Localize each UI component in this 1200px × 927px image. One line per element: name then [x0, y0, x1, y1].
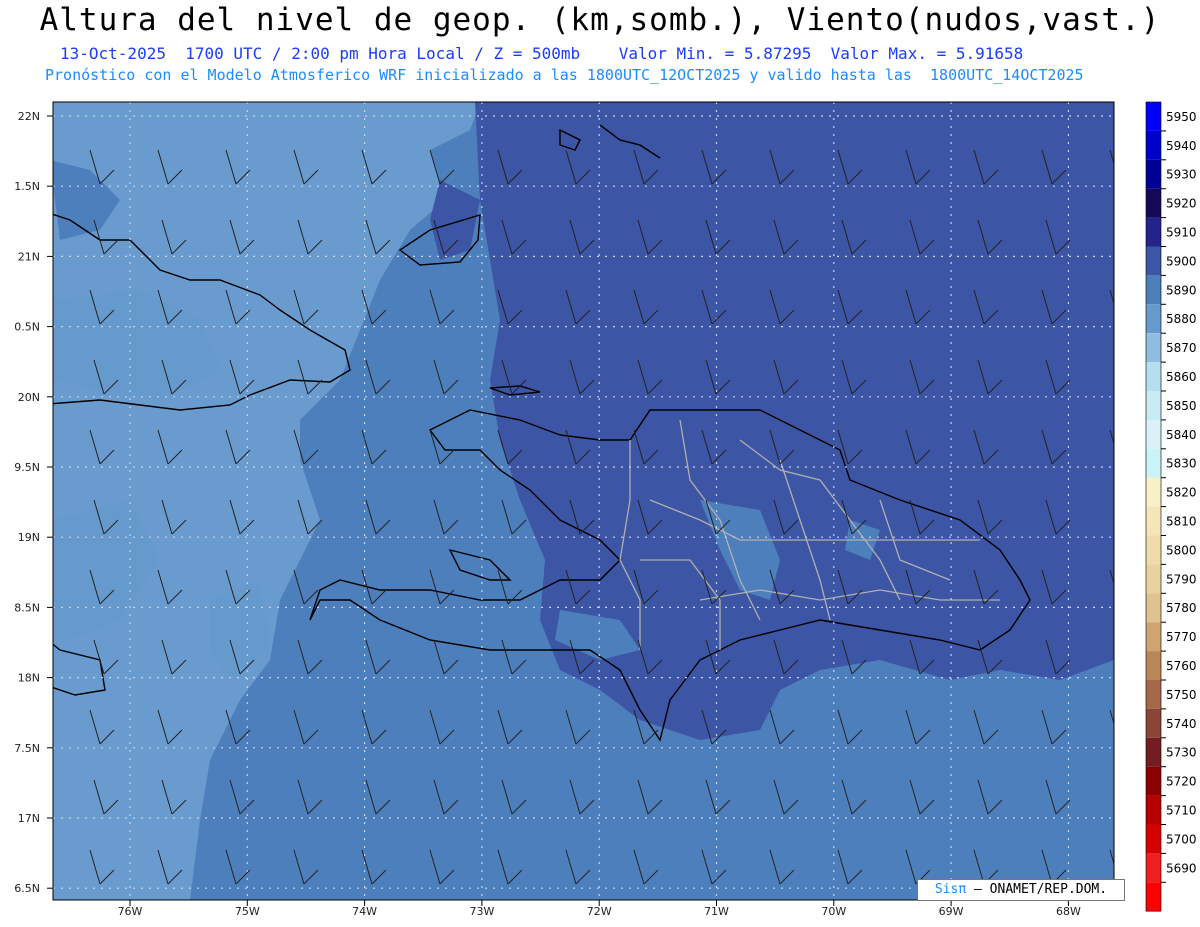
wind-barb: [1113, 500, 1114, 502]
colorbar-label: 5790: [1166, 572, 1197, 586]
colorbar-swatch: [1146, 477, 1161, 507]
colorbar-swatch: [1146, 651, 1161, 680]
colorbar-label: 5860: [1166, 370, 1197, 384]
colorbar-label: 5900: [1166, 254, 1197, 268]
colorbar-swatch: [1146, 362, 1161, 391]
colorbar-label: 5910: [1166, 226, 1197, 240]
colorbar-swatch: [1146, 506, 1161, 536]
colorbar-label: 5880: [1166, 312, 1197, 326]
lon-label: 76W: [118, 905, 143, 918]
colorbar-swatch: [1146, 391, 1161, 420]
wind-barb: [1113, 220, 1114, 222]
colorbar-label: 5690: [1166, 861, 1197, 875]
lon-label: 69W: [939, 905, 964, 918]
colorbar-label: 5940: [1166, 139, 1197, 153]
colorbar-swatch: [1146, 333, 1161, 363]
lon-label: 73W: [469, 905, 494, 918]
colorbar-swatch: [1146, 419, 1161, 449]
colorbar-swatch: [1146, 535, 1161, 565]
colorbar-label: 5760: [1166, 659, 1197, 673]
colorbar-swatch: [1146, 853, 1161, 883]
lat-label: 1.5N: [14, 180, 40, 193]
lat-label: 20N: [18, 391, 40, 404]
lat-label: 0.5N: [14, 321, 40, 334]
lon-label: 72W: [587, 905, 612, 918]
colorbar-swatch: [1146, 824, 1161, 854]
longitude-labels: 76W 75W 74W 73W 72W 71W 70W 69W 68W: [118, 900, 1081, 918]
colorbar-label: 5710: [1166, 804, 1197, 818]
lon-label: 71W: [704, 905, 729, 918]
lon-label: 68W: [1056, 905, 1081, 918]
colorbar-swatch: [1146, 766, 1161, 796]
colorbar-swatch: [1146, 795, 1161, 825]
colorbar-label: 5890: [1166, 283, 1197, 297]
lat-label: 6.5N: [14, 882, 40, 895]
wind-barb: [1113, 360, 1114, 362]
colorbar-swatch: [1146, 737, 1161, 767]
colorbar-label: 5730: [1166, 746, 1197, 760]
wind-barb: [1113, 780, 1114, 782]
colorbar-label: 5870: [1166, 341, 1197, 355]
lon-label: 70W: [821, 905, 846, 918]
colorbar-label: 5750: [1166, 688, 1197, 702]
credit-box: Sisπ – ONAMET/REP.DOM.: [917, 879, 1125, 901]
colorbar-swatch: [1146, 246, 1161, 276]
lat-label: 9.5N: [14, 461, 40, 474]
colorbar-swatch: [1146, 708, 1161, 738]
lat-label: 22N: [18, 110, 40, 123]
colorbar-label: 5700: [1166, 832, 1197, 846]
lat-label: 21N: [18, 250, 40, 263]
lat-label: 17N: [18, 812, 40, 825]
lon-label: 74W: [352, 905, 377, 918]
colorbar-label: 5740: [1166, 717, 1197, 731]
colorbar-label: 5800: [1166, 543, 1197, 557]
colorbar-swatch: [1146, 130, 1161, 160]
latitude-labels: 22N 1.5N 21N 0.5N 20N 9.5N 19N 8.5N 18N 7.5N 17N 6.…: [14, 110, 53, 895]
colorbar-swatch: [1146, 102, 1161, 131]
colorbar-label: 5840: [1166, 428, 1197, 442]
lat-label: 18N: [18, 672, 40, 685]
geopotential-map: 22N 1.5N 21N 0.5N 20N 9.5N 19N 8.5N 18N 7.5N 17N 6.…: [14, 101, 1197, 918]
colorbar-swatch: [1146, 275, 1161, 305]
colorbar-label: 5930: [1166, 168, 1197, 182]
colorbar-swatch: [1146, 188, 1161, 218]
colorbar-label: 5770: [1166, 630, 1197, 644]
colorbar-swatch: [1146, 882, 1161, 912]
lat-label: 7.5N: [14, 742, 40, 755]
colorbar-swatch: [1146, 564, 1161, 594]
colorbar-label: 5820: [1166, 486, 1197, 500]
colorbar: 5950 5940 5930 5920 5910 5900 5890 5880 5870 5860…: [1145, 101, 1197, 912]
colorbar-swatch: [1146, 680, 1161, 709]
colorbar-swatch: [1146, 304, 1161, 334]
colorbar-label: 5850: [1166, 399, 1197, 413]
colorbar-swatch: [1146, 217, 1161, 247]
colorbar-swatch: [1146, 159, 1161, 189]
credit-text: – ONAMET/REP.DOM.: [966, 882, 1108, 897]
wind-barb: [1113, 640, 1114, 642]
colorbar-label: 5780: [1166, 601, 1197, 615]
colorbar-swatch: [1146, 593, 1161, 623]
lat-label: 8.5N: [14, 601, 40, 614]
colorbar-label: 5810: [1166, 515, 1197, 529]
lon-label: 75W: [235, 905, 260, 918]
colorbar-label: 5920: [1166, 197, 1197, 211]
colorbar-swatch: [1146, 448, 1161, 478]
sispi-logo: Sisπ: [934, 882, 967, 897]
colorbar-label: 5830: [1166, 457, 1197, 471]
lat-label: 19N: [18, 531, 40, 544]
colorbar-swatch: [1146, 622, 1161, 652]
colorbar-label: 5950: [1166, 110, 1197, 124]
map-field: [53, 102, 1114, 900]
colorbar-label: 5720: [1166, 775, 1197, 789]
